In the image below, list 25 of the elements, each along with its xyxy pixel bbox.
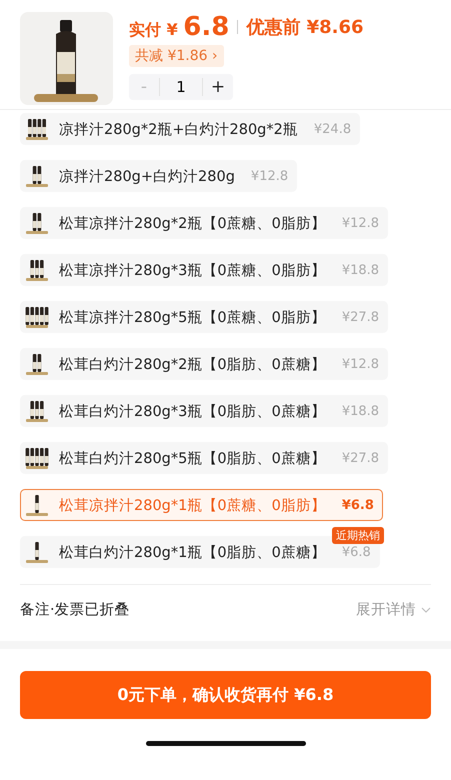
bottles-icon — [25, 399, 49, 423]
paid-price: 实付 ¥ 6.8 — [129, 12, 230, 42]
bottles-icon — [25, 211, 49, 235]
quantity-value: 1 — [159, 78, 203, 96]
bottles-icon — [25, 352, 49, 376]
bottles-icon — [25, 540, 49, 564]
chevron-down-icon — [421, 606, 431, 612]
remarks-label: 备注·发票已折叠 — [20, 601, 130, 619]
plus-button[interactable]: + — [203, 76, 233, 98]
hot-sale-badge: 近期热销 — [332, 527, 384, 544]
bottles-icon — [25, 305, 49, 329]
option-item[interactable]: 松茸凉拌汁280g*2瓶【0蔗糖、0脂肪】 ¥12.8 — [20, 207, 388, 239]
option-item[interactable]: 松茸白灼汁280g*2瓶【0脂肪、0蔗糖】 ¥12.8 — [20, 348, 388, 380]
bottles-icon — [25, 493, 49, 517]
option-item[interactable]: 松茸凉拌汁280g*5瓶【0蔗糖、0脂肪】 ¥27.8 — [20, 301, 388, 333]
option-item[interactable]: 松茸白灼汁280g*5瓶【0脂肪、0蔗糖】 ¥27.8 — [20, 442, 388, 474]
original-price: 优惠前 ¥8.66 — [246, 16, 364, 39]
option-item[interactable]: 凉拌汁280g*2瓶+白灼汁280g*2瓶 ¥24.8 — [20, 113, 360, 145]
option-item[interactable]: 凉拌汁280g+白灼汁280g ¥12.8 — [20, 160, 298, 192]
bottles-icon — [25, 258, 49, 282]
option-item[interactable]: 松茸凉拌汁280g*3瓶【0蔗糖、0脂肪】 ¥18.8 — [20, 254, 388, 286]
bottles-icon — [25, 446, 49, 470]
option-item[interactable]: 松茸白灼汁280g*3瓶【0脂肪、0蔗糖】 ¥18.8 — [20, 395, 388, 427]
bottles-icon — [25, 117, 49, 141]
bottles-icon — [25, 164, 49, 188]
